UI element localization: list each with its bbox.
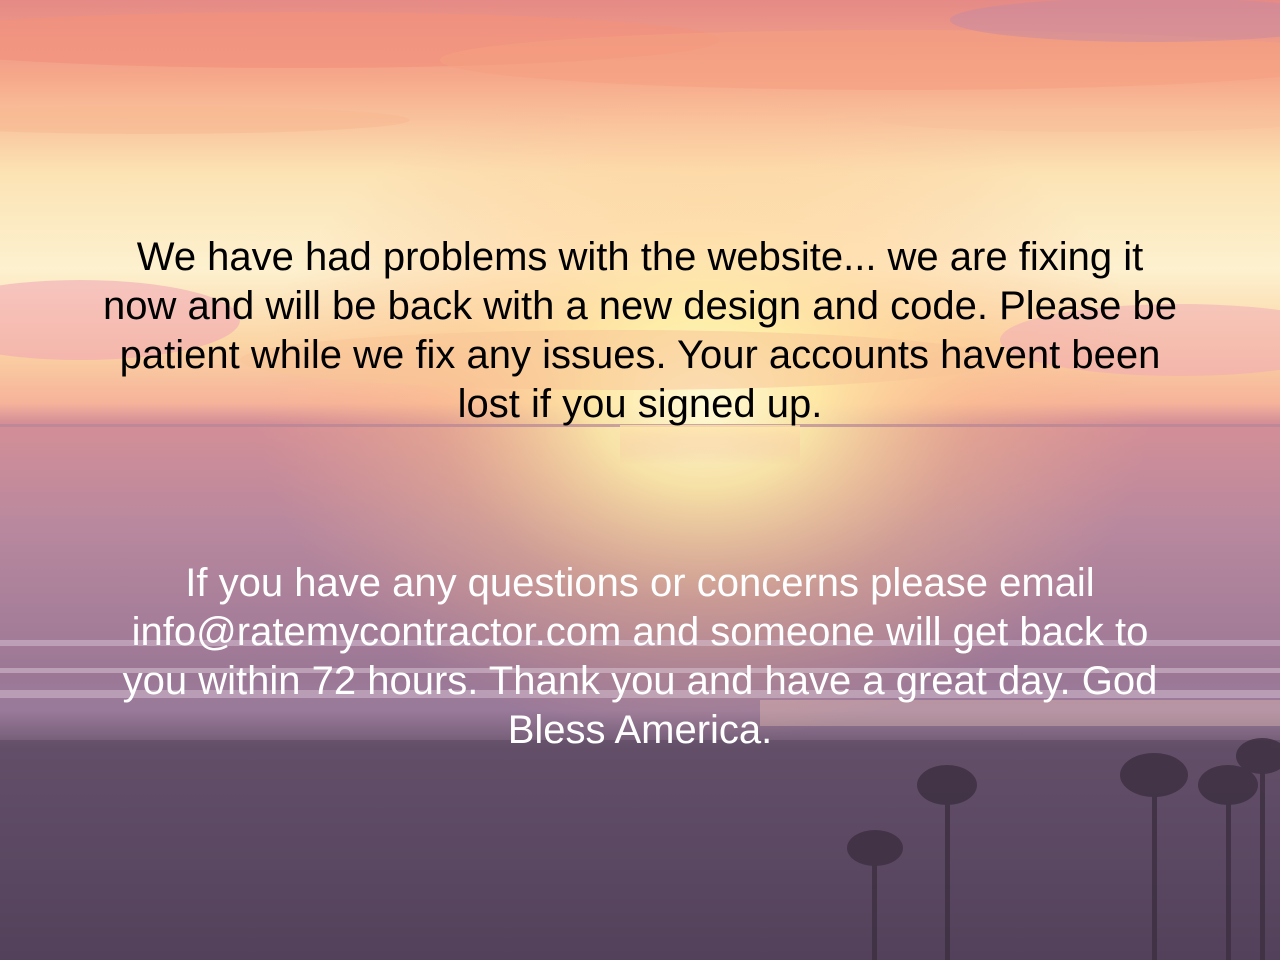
contact-info-text: If you have any questions or concerns pl… — [122, 561, 1158, 752]
sunset-background-image — [0, 0, 1280, 960]
maintenance-notice-text: We have had problems with the website...… — [102, 235, 1178, 426]
